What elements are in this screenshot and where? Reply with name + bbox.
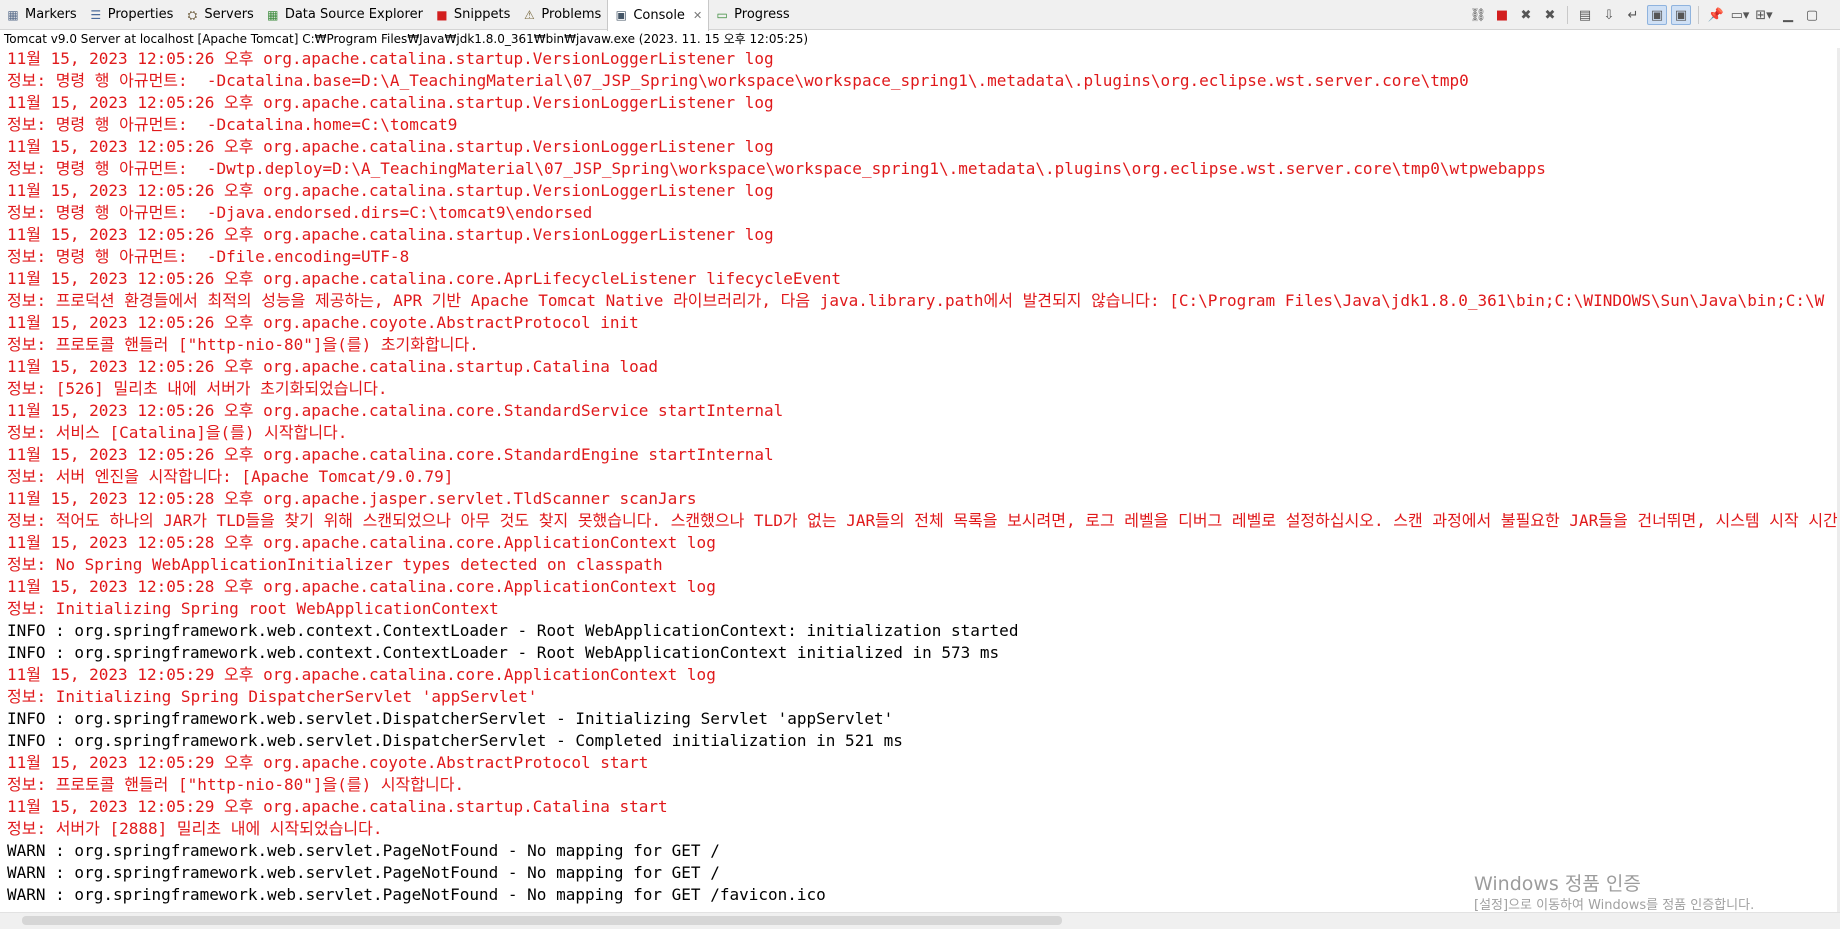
- console-line: 정보: 서비스 [Catalina]을(를) 시작합니다.: [7, 423, 348, 442]
- windows-activation-subtitle: [설정]으로 이동하여 Windows를 정품 인증합니다.: [1474, 898, 1755, 913]
- console-line: INFO : org.springframework.web.servlet.D…: [7, 709, 894, 728]
- horizontal-scrollbar[interactable]: [0, 912, 1840, 929]
- console-line: 정보: 명령 행 아규먼트: -Dcatalina.home=C:\tomcat…: [7, 115, 458, 134]
- tab-problems[interactable]: ⚠ Problems: [516, 0, 607, 30]
- console-line: 11월 15, 2023 12:05:29 오후 org.apache.coyo…: [7, 753, 649, 772]
- clear-console-icon[interactable]: ▤: [1575, 5, 1595, 25]
- tab-properties[interactable]: ☰ Properties: [83, 0, 180, 30]
- console-line: 정보: 프로덕션 환경들에서 최적의 성능을 제공하는, APR 기반 Apac…: [7, 291, 1825, 310]
- console-icon: ▣: [615, 8, 627, 22]
- console-output[interactable]: 11월 15, 2023 12:05:26 오후 org.apache.cata…: [0, 48, 1840, 912]
- progress-icon: ▭: [716, 7, 728, 22]
- console-line: 11월 15, 2023 12:05:26 오후 org.apache.coyo…: [7, 313, 639, 332]
- close-icon[interactable]: ✕: [693, 9, 702, 22]
- toolbar-separator: [1567, 6, 1568, 24]
- problems-icon: ⚠: [524, 7, 535, 22]
- console-line: WARN : org.springframework.web.servlet.P…: [7, 841, 720, 860]
- toolbar-separator: [1698, 6, 1699, 24]
- console-line: 정보: 프로토콜 핸들러 ["http-nio-80"]을(를) 시작합니다.: [7, 775, 465, 794]
- console-line: 정보: 적어도 하나의 JAR가 TLD들을 찾기 위해 스캔되었으나 아무 것…: [7, 511, 1840, 530]
- pin-console-icon[interactable]: 📌: [1706, 5, 1726, 25]
- console-line: 11월 15, 2023 12:05:26 오후 org.apache.cata…: [7, 269, 842, 288]
- minimize-icon[interactable]: ▁: [1778, 5, 1798, 25]
- console-line: 11월 15, 2023 12:05:26 오후 org.apache.cata…: [7, 225, 774, 244]
- console-line: 11월 15, 2023 12:05:28 오후 org.apache.cata…: [7, 533, 716, 552]
- tab-label: Progress: [734, 7, 790, 22]
- properties-icon: ☰: [90, 7, 102, 22]
- tab-label: Snippets: [453, 7, 511, 22]
- tab-label: Problems: [541, 7, 602, 22]
- show-stdout-icon[interactable]: ▣: [1647, 5, 1667, 25]
- console-line: 정보: 서버 엔진을 시작합니다: [Apache Tomcat/9.0.79]: [7, 467, 454, 486]
- console-line: 정보: No Spring WebApplicationInitializer …: [7, 555, 663, 574]
- word-wrap-icon[interactable]: ↵: [1623, 5, 1643, 25]
- console-line: 11월 15, 2023 12:05:26 오후 org.apache.cata…: [7, 445, 774, 464]
- link-icon[interactable]: ⛓: [1468, 5, 1488, 25]
- remove-launch-icon[interactable]: ✖: [1516, 5, 1536, 25]
- tab-console[interactable]: ▣ Console ✕: [607, 0, 710, 31]
- scroll-lock-icon[interactable]: ⇩: [1599, 5, 1619, 25]
- snippets-icon: ■: [436, 7, 448, 22]
- console-line: 11월 15, 2023 12:05:28 오후 org.apache.cata…: [7, 577, 716, 596]
- tab-label: Servers: [204, 7, 254, 22]
- console-line: 11월 15, 2023 12:05:26 오후 org.apache.cata…: [7, 49, 774, 68]
- console-line: 11월 15, 2023 12:05:29 오후 org.apache.cata…: [7, 797, 668, 816]
- data-source-icon: ▦: [267, 7, 279, 22]
- console-line: 정보: 명령 행 아규먼트: -Dwtp.deploy=D:\A_Teachin…: [7, 159, 1546, 178]
- tab-label: Properties: [107, 7, 174, 22]
- console-line: 11월 15, 2023 12:05:26 오후 org.apache.cata…: [7, 357, 659, 376]
- servers-icon: ⛭: [187, 7, 198, 22]
- console-line: INFO : org.springframework.web.context.C…: [7, 643, 1000, 662]
- console-line: 정보: [526] 밀리초 내에 서버가 초기화되었습니다.: [7, 379, 388, 398]
- console-line: 정보: Initializing Spring DispatcherServle…: [7, 687, 538, 706]
- display-console-icon[interactable]: ▭▾: [1730, 5, 1750, 25]
- console-line: 정보: 명령 행 아규먼트: -Dcatalina.base=D:\A_Teac…: [7, 71, 1469, 90]
- console-line: 11월 15, 2023 12:05:26 오후 org.apache.cata…: [7, 93, 774, 112]
- console-line: 11월 15, 2023 12:05:26 오후 org.apache.cata…: [7, 181, 774, 200]
- console-line: INFO : org.springframework.web.servlet.D…: [7, 731, 903, 750]
- tab-data-source-explorer[interactable]: ▦ Data Source Explorer: [260, 0, 429, 30]
- console-line: 정보: Initializing Spring root WebApplicat…: [7, 599, 499, 618]
- show-stderr-icon[interactable]: ▣: [1671, 5, 1691, 25]
- tab-servers[interactable]: ⛭ Servers: [179, 0, 259, 30]
- console-line: 11월 15, 2023 12:05:29 오후 org.apache.cata…: [7, 665, 716, 684]
- process-description: Tomcat v9.0 Server at localhost [Apache …: [4, 32, 809, 46]
- tab-markers[interactable]: ▦ Markers: [0, 0, 83, 30]
- tab-snippets[interactable]: ■ Snippets: [429, 0, 516, 30]
- markers-icon: ▦: [7, 7, 19, 22]
- console-line: 정보: 프로토콜 핸들러 ["http-nio-80"]을(를) 초기화합니다.: [7, 335, 479, 354]
- open-console-icon[interactable]: ⊞▾: [1754, 5, 1774, 25]
- tab-label: Data Source Explorer: [284, 7, 423, 22]
- console-line: 11월 15, 2023 12:05:26 오후 org.apache.cata…: [7, 137, 774, 156]
- maximize-icon[interactable]: ▢: [1802, 5, 1822, 25]
- console-line: 11월 15, 2023 12:05:28 오후 org.apache.jasp…: [7, 489, 697, 508]
- horizontal-scrollbar-thumb[interactable]: [22, 916, 1062, 925]
- console-line: 11월 15, 2023 12:05:26 오후 org.apache.cata…: [7, 401, 784, 420]
- tab-label: Console: [633, 7, 685, 23]
- tab-progress[interactable]: ▭ Progress: [709, 0, 795, 30]
- console-line: 정보: 서버가 [2888] 밀리초 내에 시작되었습니다.: [7, 819, 383, 838]
- remove-all-icon[interactable]: ✖: [1540, 5, 1560, 25]
- windows-activation-title: Windows 정품 인증: [1474, 873, 1641, 895]
- console-toolbar: ⛓ ■ ✖ ✖ ▤ ⇩ ↵ ▣ ▣ 📌 ▭▾ ⊞▾ ▁ ▢: [1468, 4, 1822, 26]
- tab-label: Markers: [25, 7, 77, 22]
- console-line: INFO : org.springframework.web.context.C…: [7, 621, 1019, 640]
- console-line: 정보: 명령 행 아규먼트: -Dfile.encoding=UTF-8: [7, 247, 410, 266]
- console-line: 정보: 명령 행 아규먼트: -Djava.endorsed.dirs=C:\t…: [7, 203, 593, 222]
- terminate-icon[interactable]: ■: [1492, 5, 1512, 25]
